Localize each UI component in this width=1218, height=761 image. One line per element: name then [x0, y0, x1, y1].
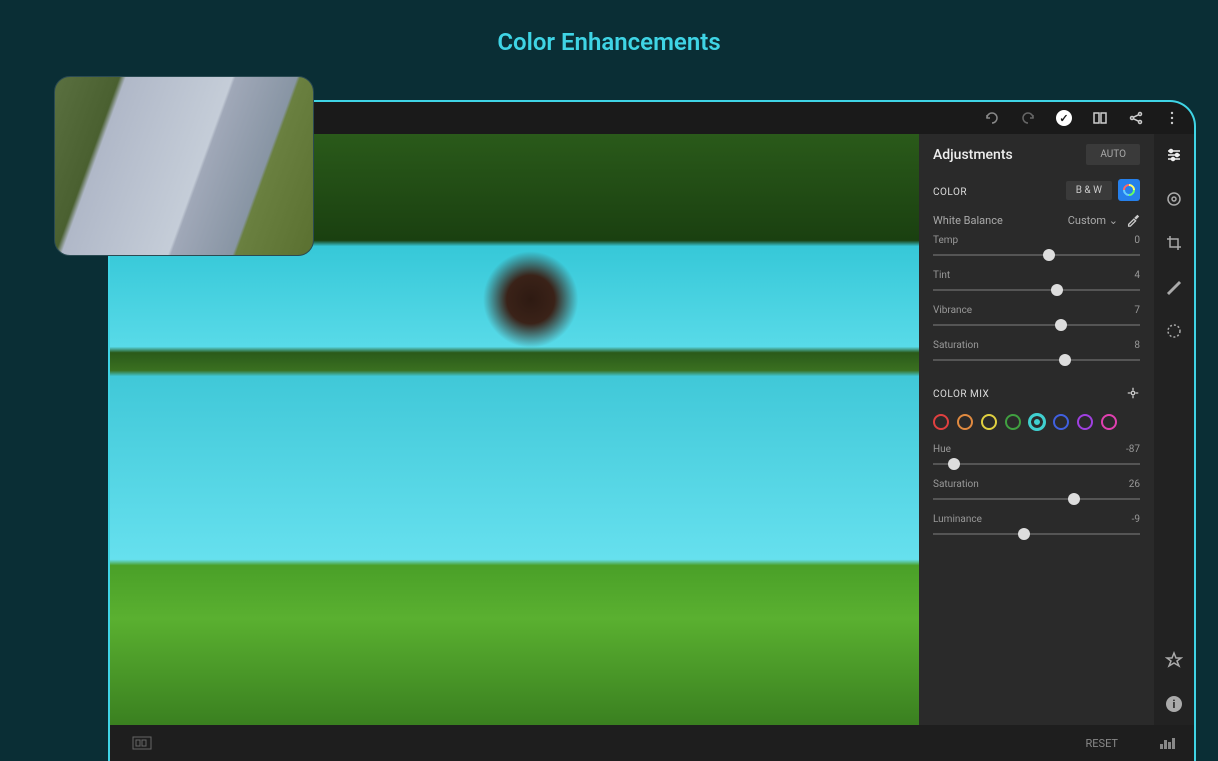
bw-toggle-button[interactable]: B & W: [1066, 181, 1112, 200]
histogram-icon[interactable]: [1158, 736, 1180, 750]
color-mix-swatches: [933, 414, 1140, 430]
swatch-yellow[interactable]: [981, 414, 997, 430]
swatch-blue[interactable]: [1053, 414, 1069, 430]
radial-tool-icon[interactable]: [1165, 322, 1183, 340]
before-thumbnail: [54, 76, 314, 256]
redo-icon[interactable]: [1020, 110, 1036, 126]
swatch-green[interactable]: [1005, 414, 1021, 430]
crop-tool-icon[interactable]: [1165, 234, 1183, 252]
swatch-aqua[interactable]: [1029, 414, 1045, 430]
colormix-label: COLOR MIX: [933, 389, 989, 400]
tool-strip: i: [1154, 134, 1194, 725]
undo-icon[interactable]: [984, 110, 1000, 126]
healing-tool-icon[interactable]: [1165, 190, 1183, 208]
adjust-tool-icon[interactable]: [1165, 146, 1183, 164]
color-picker-button[interactable]: [1118, 179, 1140, 201]
luminance-slider[interactable]: Luminance-9: [933, 514, 1140, 541]
more-icon[interactable]: [1164, 110, 1180, 126]
auto-button[interactable]: AUTO: [1086, 144, 1140, 165]
swatch-orange[interactable]: [957, 414, 973, 430]
star-icon[interactable]: [1165, 651, 1183, 669]
color-section-label: COLOR: [933, 187, 967, 198]
vibrance-slider[interactable]: Vibrance7: [933, 305, 1140, 332]
svg-text:i: i: [1173, 698, 1176, 711]
mix-saturation-slider[interactable]: Saturation26: [933, 479, 1140, 506]
temp-slider[interactable]: Temp0: [933, 235, 1140, 262]
panel-heading: Adjustments: [933, 147, 1013, 163]
accept-icon[interactable]: ✓: [1056, 110, 1072, 126]
share-icon[interactable]: [1128, 110, 1144, 126]
swatch-purple[interactable]: [1077, 414, 1093, 430]
eyedropper-icon[interactable]: [1126, 213, 1140, 227]
target-adjust-icon[interactable]: [1126, 386, 1140, 400]
reset-button[interactable]: RESET: [1086, 737, 1118, 750]
white-balance-label: White Balance: [933, 214, 1003, 227]
page-title: Color Enhancements: [0, 0, 1218, 56]
adjustments-panel: Adjustments AUTO COLOR B & W White Balan…: [919, 134, 1154, 725]
tint-slider[interactable]: Tint4: [933, 270, 1140, 297]
swatch-magenta[interactable]: [1101, 414, 1117, 430]
info-icon[interactable]: i: [1165, 695, 1183, 713]
chevron-down-icon: ⌄: [1109, 214, 1118, 227]
hue-slider[interactable]: Hue-87: [933, 444, 1140, 471]
compare-icon[interactable]: [1092, 110, 1108, 126]
brush-tool-icon[interactable]: [1165, 278, 1183, 296]
filmstrip-icon[interactable]: [132, 736, 152, 750]
bottom-bar: RESET: [110, 725, 1194, 761]
swatch-red[interactable]: [933, 414, 949, 430]
saturation-slider[interactable]: Saturation8: [933, 340, 1140, 367]
white-balance-value[interactable]: Custom ⌄: [1068, 214, 1118, 227]
